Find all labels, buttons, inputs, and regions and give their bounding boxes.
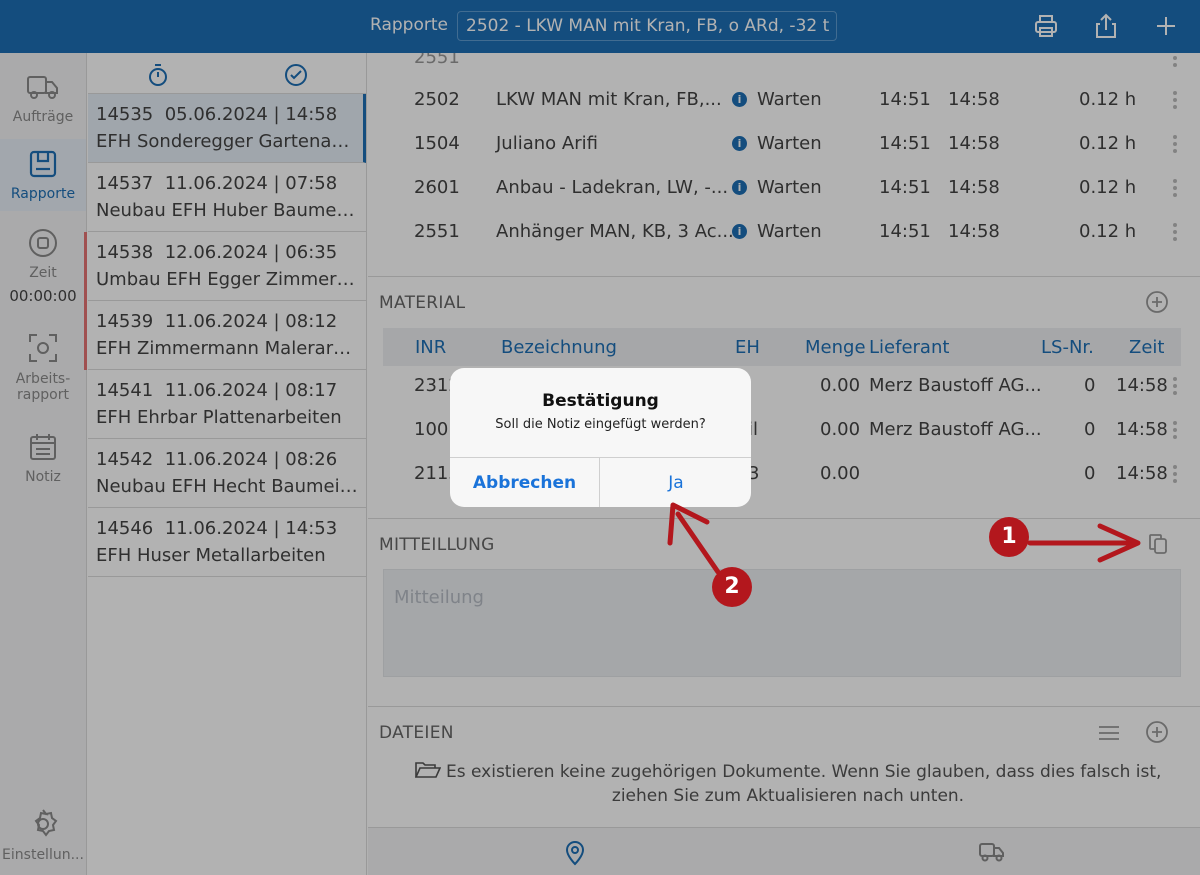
- callout-2: 2: [712, 567, 752, 607]
- annotation-arrows: [667, 502, 1141, 575]
- callout-1: 1: [989, 517, 1029, 557]
